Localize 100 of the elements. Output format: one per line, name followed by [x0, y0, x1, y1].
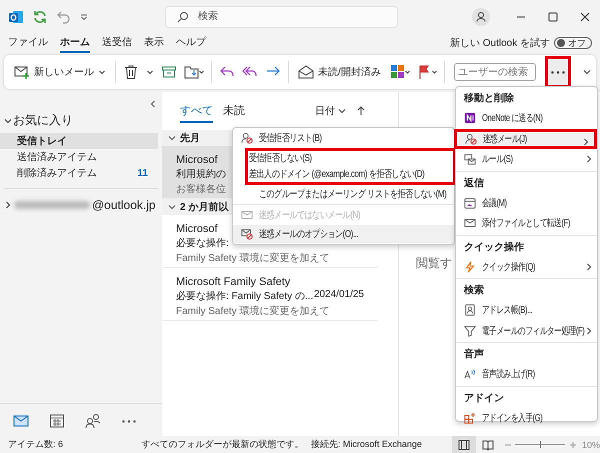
menu-item[interactable]: このグループまたはメーリング リストを拒否しない(M) [233, 184, 454, 203]
message-subject: 必要な操作: Family Safety の... [176, 290, 314, 303]
menu-tab[interactable]: ホーム [60, 33, 90, 53]
undo-icon[interactable] [56, 8, 72, 24]
sort-direction-icon[interactable] [356, 106, 366, 116]
search-field[interactable]: 検索 [165, 6, 398, 28]
sender-name: Microsof [176, 154, 218, 166]
mail-block-icon [241, 228, 253, 240]
move-folder-icon[interactable] [184, 64, 204, 80]
menu-tab[interactable]: ヘルプ [176, 33, 206, 53]
section-header: 検索 [462, 284, 485, 298]
menu-item[interactable]: ルール(S) [456, 149, 597, 170]
menu-item[interactable]: 迷惑メールのオプション(O)... [233, 224, 454, 243]
open-envelope-icon [298, 64, 314, 80]
menu-tab[interactable]: ファイル [8, 33, 48, 53]
folder-item[interactable]: 受信トレイ [0, 133, 158, 149]
group-label: 2 か月前以 [180, 200, 228, 214]
menu-item[interactable]: クイック操作(Q) [456, 256, 597, 277]
trash-icon[interactable] [123, 64, 139, 80]
sort-button[interactable]: 日付 [315, 104, 346, 118]
zoom-in-icon[interactable] [570, 442, 576, 448]
message-preview: Family Safety 環境に変更を加えて [176, 252, 330, 265]
avatar-icon[interactable] [472, 8, 490, 26]
message-preview: お客様各位 [176, 182, 226, 196]
app-logo-icon [8, 8, 24, 24]
archive-icon[interactable] [161, 64, 177, 80]
categorize-icon[interactable] [390, 64, 410, 80]
new-mail-button[interactable]: 新しいメール [12, 60, 108, 84]
chevron-down-icon[interactable] [582, 67, 592, 77]
menu-item[interactable]: 電子メールのフィルター処理(F) [456, 320, 597, 341]
sender-name: Microsof [176, 223, 218, 235]
section-header: クイック操作 [463, 240, 525, 254]
envelope-icon [464, 217, 476, 230]
address-book-icon [464, 304, 476, 316]
close-icon[interactable] [580, 12, 590, 22]
section-header: 音声 [463, 347, 485, 362]
more-icon[interactable] [122, 420, 136, 422]
message-preview: Family Safety 環境に変更を加えて [176, 304, 330, 318]
rules-icon [464, 153, 476, 166]
collapse-icon[interactable] [150, 100, 156, 108]
menu-item[interactable]: 受信拒否リスト(B) [233, 129, 454, 148]
menu-item[interactable]: 音声読み上げ(R) [456, 364, 597, 384]
sync-icon[interactable] [32, 8, 48, 24]
new-mail-icon [14, 64, 30, 80]
book-icon [482, 438, 494, 450]
flag-icon[interactable] [416, 64, 437, 80]
menu-item[interactable]: OneNote に送る(N) [456, 108, 597, 128]
item-count: アイテム数: 6 [7, 438, 64, 451]
filter-tab[interactable]: すべて [180, 100, 213, 122]
account-item[interactable]: @outlook.jp [0, 198, 162, 212]
menu-item[interactable]: 添付ファイルとして転送(F) [456, 213, 597, 234]
account-address: @outlook.jp [92, 198, 156, 212]
connection-status: 接続先: Microsoft Exchange [310, 438, 423, 451]
add-ins-icon [464, 412, 476, 424]
blocked-person-icon [465, 132, 477, 145]
folder-name: 受信トレイ [17, 134, 67, 148]
folder-item[interactable]: 送信済みアイテム [0, 149, 158, 165]
calendar-icon[interactable] [49, 413, 65, 429]
menu-tab[interactable]: 送受信 [102, 33, 132, 53]
calendar-icon [464, 196, 476, 209]
read-unread-button[interactable]: 未読/開封済み [296, 60, 383, 84]
menu-item[interactable]: 会議(M) [456, 192, 597, 213]
chevron-down-icon [338, 107, 346, 115]
read-aloud-icon [464, 368, 476, 380]
menu-item[interactable]: 迷惑メール(J) [454, 128, 597, 149]
section-header: アドイン [463, 392, 505, 406]
chevron-down-icon[interactable] [146, 68, 154, 76]
section-header: 返信 [463, 176, 485, 190]
sender-name: Microsoft Family Safety [176, 276, 290, 288]
sync-status: すべてのフォルダーが最新の状態です。 [142, 438, 304, 451]
menu-tab[interactable]: 表示 [144, 33, 164, 53]
zoom-out-icon[interactable] [505, 442, 512, 448]
people-icon[interactable] [85, 413, 101, 429]
group-label: 先月 [180, 132, 200, 145]
section-header: 移動と削除 [462, 92, 515, 106]
favorites-header[interactable]: お気に入り [0, 100, 162, 133]
message-subject: 必要な操作: [176, 236, 229, 250]
unread-count: 11 [137, 168, 148, 178]
mail-icon[interactable] [13, 413, 29, 429]
folder-name: 送信済みアイテム [17, 150, 97, 164]
message-date: 2024/01/25 [314, 289, 364, 302]
message-subject: 利用規約の [176, 168, 226, 181]
menu-item[interactable]: アドレス帳(B)... [456, 300, 597, 320]
filter-icon [464, 324, 476, 337]
more-options-button[interactable] [544, 56, 571, 88]
reading-pane-hint: 閲覧す [416, 256, 452, 270]
notebook-icon [464, 112, 476, 124]
folder-name: 削除済みアイテム [17, 166, 97, 180]
blocked-person-icon [241, 132, 253, 144]
columns-icon [458, 438, 470, 450]
menu-item[interactable]: アドインを入手(G) [456, 408, 597, 428]
normal-view-button[interactable] [452, 436, 476, 453]
maximize-icon[interactable] [548, 12, 558, 22]
folder-item[interactable]: 削除済みアイテム 11 [0, 165, 158, 181]
lightning-icon [464, 260, 476, 273]
people-search-field[interactable]: ユーザーの検索 [454, 63, 536, 81]
filter-tab[interactable]: 未読 [223, 100, 245, 122]
toggle-switch[interactable]: オフ [554, 37, 592, 49]
dropdown-icon[interactable] [80, 12, 88, 20]
envelope-icon [241, 209, 253, 222]
